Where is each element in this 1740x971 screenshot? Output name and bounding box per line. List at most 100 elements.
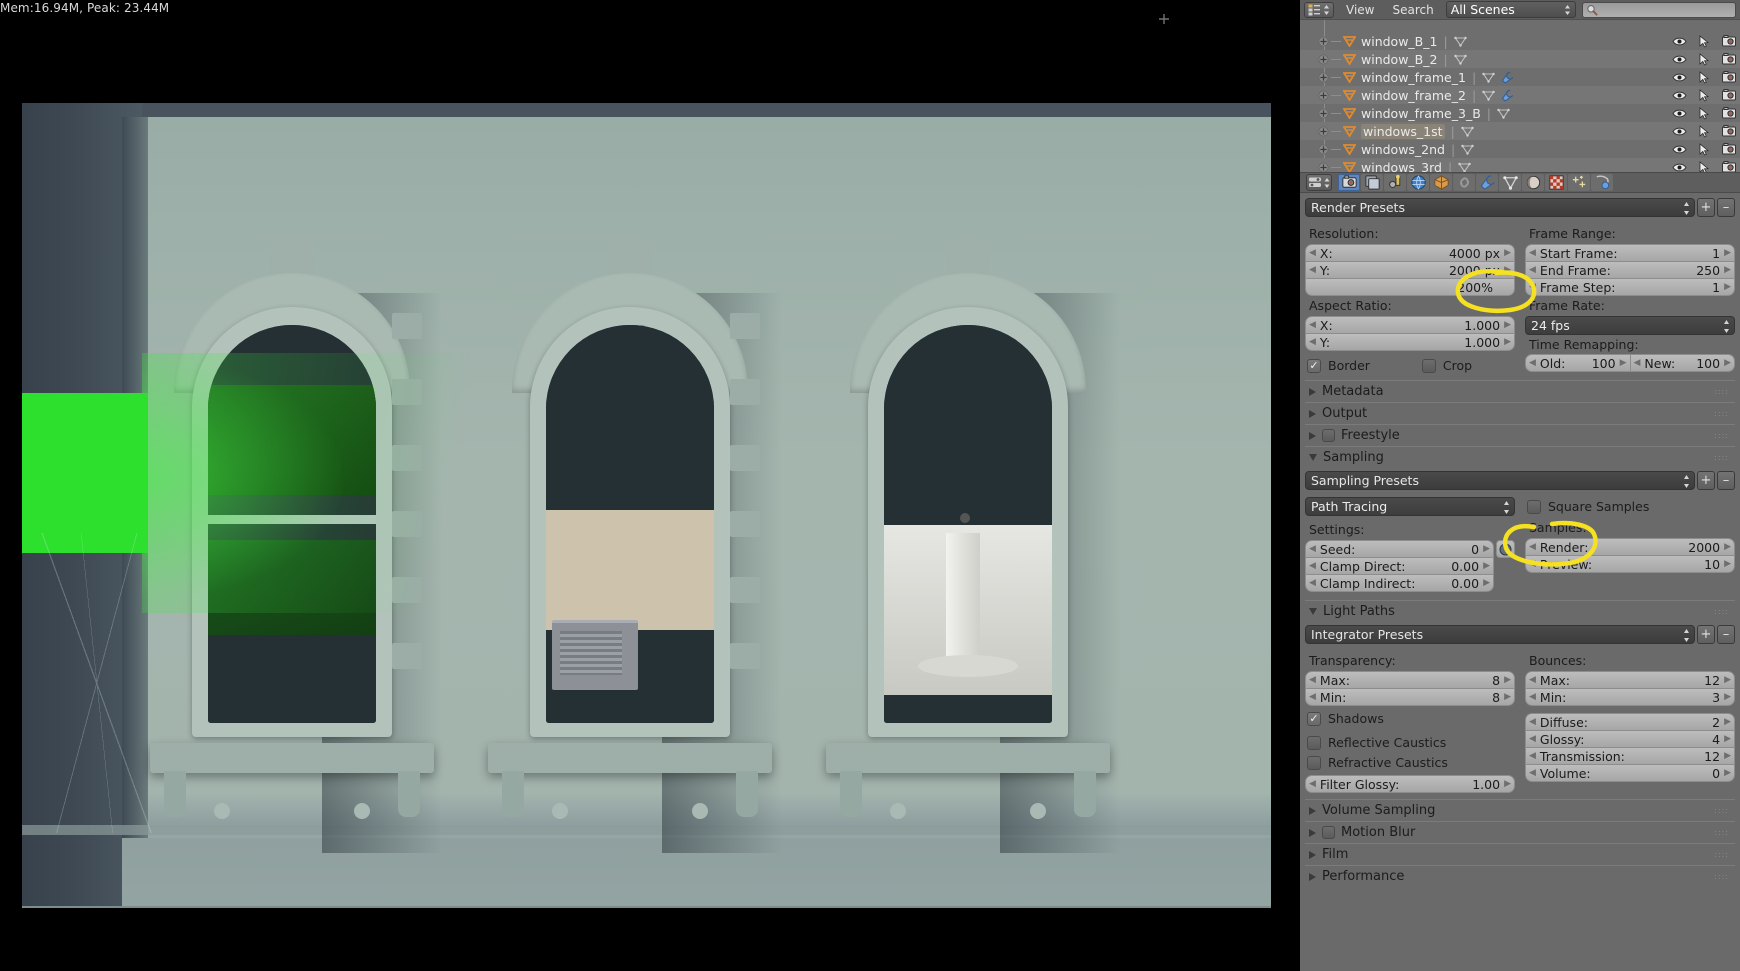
- outliner-menu-view[interactable]: View: [1340, 3, 1380, 17]
- outliner-tree[interactable]: window_B_1 | window_B_2 | window_frame_1 | win…: [1300, 20, 1740, 172]
- panel-output[interactable]: Output ::::: [1305, 402, 1735, 424]
- remove-integrator-preset-button[interactable]: –: [1717, 625, 1735, 644]
- cursor-icon[interactable]: [1699, 124, 1710, 138]
- end-frame-field[interactable]: ◀ End Frame: 250 ▶: [1525, 261, 1735, 279]
- properties-tab-world[interactable]: [1407, 174, 1429, 191]
- mesh-data-icon[interactable]: [1461, 144, 1474, 155]
- scene-filter-dropdown[interactable]: All Scenes: [1445, 1, 1576, 18]
- render-samples-field[interactable]: ◀ Render: 2000 ▶: [1525, 538, 1735, 556]
- refractive-caustics-checkbox[interactable]: [1307, 755, 1321, 770]
- outliner-item-label[interactable]: window_frame_3_B: [1361, 106, 1481, 121]
- eye-icon[interactable]: [1672, 54, 1687, 65]
- outliner-row[interactable]: window_B_1 |: [1300, 32, 1740, 50]
- properties-tab-scene[interactable]: [1384, 174, 1406, 191]
- properties-tab-texture[interactable]: [1545, 174, 1567, 191]
- diffuse-bounces-field[interactable]: ◀ Diffuse: 2 ▶: [1525, 713, 1735, 731]
- border-checkbox-row[interactable]: ✓ Border: [1307, 358, 1370, 373]
- camera-icon[interactable]: [1722, 89, 1736, 101]
- eye-icon[interactable]: [1672, 90, 1687, 101]
- resolution-percent-field[interactable]: 200%: [1305, 278, 1515, 296]
- mesh-data-icon[interactable]: [1453, 36, 1467, 47]
- expand-icon[interactable]: [1318, 161, 1329, 173]
- cursor-icon[interactable]: [1699, 70, 1710, 84]
- eye-icon[interactable]: [1672, 126, 1687, 137]
- panel-freestyle[interactable]: Freestyle ::::: [1305, 424, 1735, 446]
- expand-icon[interactable]: [1318, 71, 1329, 83]
- outliner-row[interactable]: windows_1st |: [1300, 122, 1740, 140]
- expand-icon[interactable]: [1318, 107, 1329, 119]
- panel-metadata[interactable]: Metadata ::::: [1305, 380, 1735, 402]
- volume-bounces-field[interactable]: ◀ Volume: 0 ▶: [1525, 764, 1735, 782]
- panel-light-paths[interactable]: Light Paths ::::: [1305, 600, 1735, 622]
- outliner-item-label[interactable]: window_frame_2: [1361, 88, 1466, 103]
- bounces-max-field[interactable]: ◀ Max: 12 ▶: [1525, 671, 1735, 689]
- time-remap-new-field[interactable]: ◀ New: 100 ▶: [1629, 354, 1735, 372]
- outliner-item-label[interactable]: window_frame_1: [1361, 70, 1466, 85]
- transparency-min-field[interactable]: ◀ Min: 8 ▶: [1305, 688, 1515, 706]
- aspect-x-field[interactable]: ◀ X: 1.000 ▶: [1305, 316, 1515, 334]
- outliner-row[interactable]: window_frame_3_B |: [1300, 104, 1740, 122]
- camera-icon[interactable]: [1722, 143, 1736, 155]
- properties-tab-render[interactable]: [1338, 174, 1360, 191]
- add-integrator-preset-button[interactable]: +: [1697, 625, 1715, 644]
- resolution-y-field[interactable]: ◀ Y: 2000 px ▶: [1305, 261, 1515, 279]
- time-remap-old-field[interactable]: ◀ Old: 100 ▶: [1525, 354, 1631, 372]
- border-checkbox[interactable]: ✓: [1307, 358, 1321, 373]
- integrator-dropdown[interactable]: Path Tracing: [1305, 497, 1515, 516]
- panel-sampling[interactable]: Sampling ::::: [1305, 446, 1735, 468]
- aspect-y-field[interactable]: ◀ Y: 1.000 ▶: [1305, 333, 1515, 351]
- sampling-presets-dropdown[interactable]: Sampling Presets: [1305, 471, 1695, 490]
- mesh-data-icon[interactable]: [1458, 162, 1471, 173]
- resolution-x-field[interactable]: ◀ X: 4000 px ▶: [1305, 244, 1515, 262]
- add-panel-icon[interactable]: [1157, 12, 1171, 26]
- properties-tab-data[interactable]: [1499, 174, 1521, 191]
- filter-glossy-field[interactable]: ◀ Filter Glossy: 1.00 ▶: [1305, 775, 1515, 793]
- expand-icon[interactable]: [1318, 125, 1329, 137]
- cursor-icon[interactable]: [1699, 160, 1710, 173]
- motion-blur-checkbox[interactable]: [1322, 826, 1335, 839]
- outliner-row-partial[interactable]: [1300, 20, 1740, 32]
- square-samples-checkbox[interactable]: [1527, 499, 1541, 514]
- cursor-icon[interactable]: [1699, 52, 1710, 66]
- crop-checkbox[interactable]: [1421, 358, 1436, 373]
- expand-icon[interactable]: [1318, 89, 1329, 101]
- cursor-icon[interactable]: [1699, 34, 1710, 48]
- eye-icon[interactable]: [1672, 108, 1687, 119]
- editor-type-button[interactable]: [1304, 1, 1334, 18]
- transmission-bounces-field[interactable]: ◀ Transmission: 12 ▶: [1525, 747, 1735, 765]
- panel-motion-blur[interactable]: Motion Blur ::::: [1305, 821, 1735, 843]
- square-samples-row[interactable]: Square Samples: [1527, 499, 1735, 514]
- outliner-row[interactable]: windows_2nd |: [1300, 140, 1740, 158]
- remove-render-preset-button[interactable]: –: [1717, 198, 1735, 217]
- mesh-data-icon[interactable]: [1482, 90, 1495, 101]
- bounces-min-field[interactable]: ◀ Min: 3 ▶: [1525, 688, 1735, 706]
- search-input[interactable]: [1581, 1, 1736, 18]
- properties-tab-render-layers[interactable]: [1361, 174, 1383, 191]
- cursor-icon[interactable]: [1699, 106, 1710, 120]
- glossy-bounces-field[interactable]: ◀ Glossy: 4 ▶: [1525, 730, 1735, 748]
- camera-icon[interactable]: [1722, 35, 1736, 47]
- outliner-row[interactable]: window_frame_1 |: [1300, 68, 1740, 86]
- properties-tab-physics[interactable]: [1591, 174, 1613, 191]
- properties-tab-constraints[interactable]: [1453, 174, 1475, 191]
- outliner-item-label[interactable]: window_B_2: [1361, 52, 1437, 67]
- panel-performance[interactable]: Performance ::::: [1305, 865, 1735, 887]
- render-presets-dropdown[interactable]: Render Presets: [1305, 198, 1695, 217]
- clamp-direct-field[interactable]: ◀ Clamp Direct: 0.00 ▶: [1305, 557, 1494, 575]
- expand-icon[interactable]: [1318, 53, 1329, 65]
- wrench-icon[interactable]: [1501, 89, 1514, 102]
- properties-tab-particles[interactable]: [1568, 174, 1590, 191]
- wrench-icon[interactable]: [1501, 71, 1514, 84]
- camera-icon[interactable]: [1722, 161, 1736, 172]
- outliner-item-label[interactable]: windows_1st: [1361, 123, 1445, 139]
- mesh-data-icon[interactable]: [1497, 108, 1510, 119]
- properties-editor-type-button[interactable]: [1306, 174, 1332, 191]
- mesh-data-icon[interactable]: [1453, 54, 1467, 65]
- preview-samples-field[interactable]: ◀ Preview: 10 ▶: [1525, 555, 1735, 573]
- integrator-presets-dropdown[interactable]: Integrator Presets: [1305, 625, 1695, 644]
- eye-icon[interactable]: [1672, 36, 1687, 47]
- cursor-icon[interactable]: [1699, 88, 1710, 102]
- clamp-indirect-field[interactable]: ◀ Clamp Indirect: 0.00 ▶: [1305, 574, 1494, 592]
- transparency-max-field[interactable]: ◀ Max: 8 ▶: [1305, 671, 1515, 689]
- mesh-data-icon[interactable]: [1461, 126, 1474, 137]
